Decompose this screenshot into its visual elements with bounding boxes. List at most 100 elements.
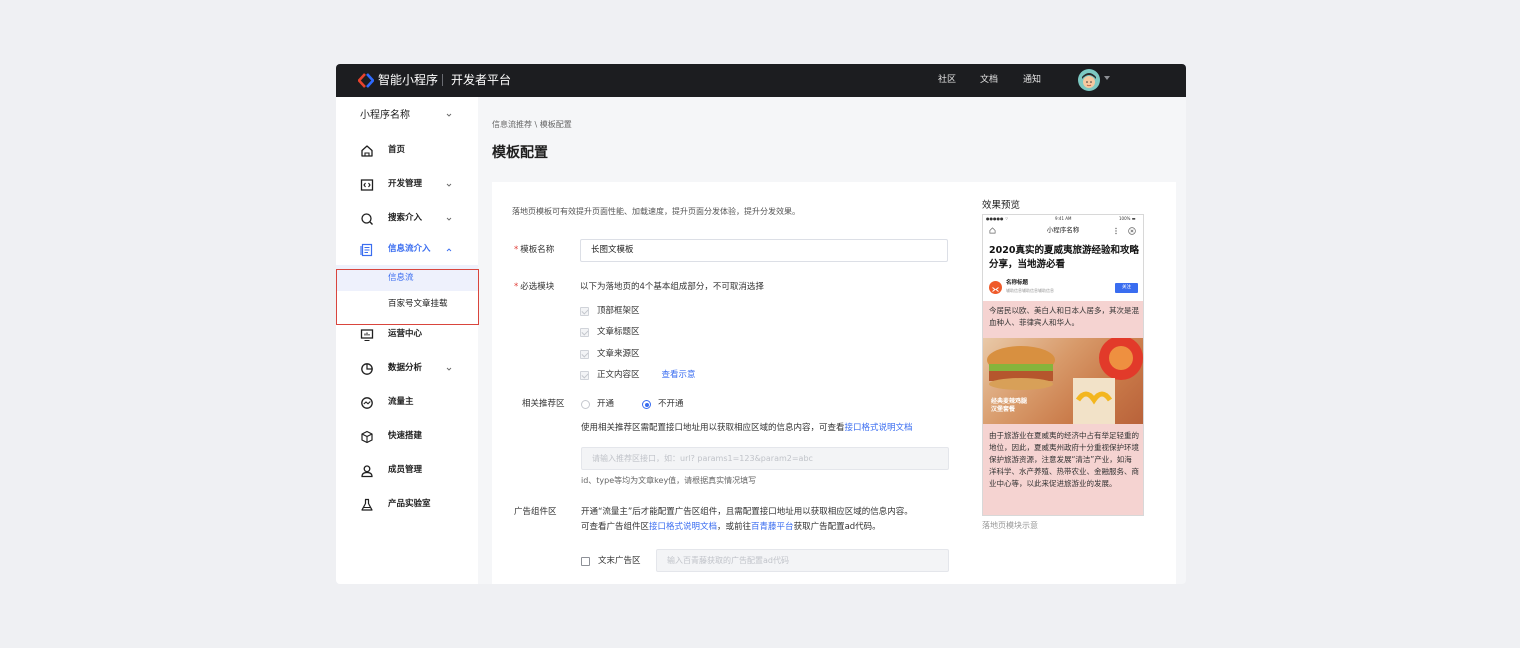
sidebar-item-label: 开发管理 xyxy=(388,179,423,189)
app-window: 智能小程序 开发者平台 社区 文档 通知 小程序名称 首页 开发管理 搜索介入 … xyxy=(336,64,1186,584)
related-input-help: id、type等均为文章key值，请根据真实情况填写 xyxy=(581,476,757,485)
ad-end-checkbox[interactable] xyxy=(581,556,590,566)
avatar-face-icon xyxy=(1082,73,1096,88)
related-help: 使用相关推荐区需配置接口地址用以获取相应区域的信息内容，可查看接口格式说明文档 xyxy=(581,422,913,434)
paragraph-text: 由于旅游业在夏威夷的经济中占有举足轻重的地位，因此，夏威夷州政府十分重视保护环境… xyxy=(989,431,1139,488)
chevron-down-icon xyxy=(446,183,452,187)
more-icon xyxy=(1115,227,1117,235)
ad-doc-link[interactable]: 接口格式说明文档 xyxy=(649,522,717,532)
app-selector[interactable]: 小程序名称 xyxy=(360,109,410,123)
chevron-down-icon xyxy=(446,367,452,371)
required-modules-help: 以下为落地页的4个基本组成部分，不可取消选择 xyxy=(580,282,764,292)
ad-help-line1: 开通“流量主”后才能配置广告区组件，且需配置接口地址用以获取相应区域的信息内容。 xyxy=(581,507,913,517)
paragraph-block: 由于旅游业在夏威夷的经济中占有举足轻重的地位，因此，夏威夷州政府十分重视保护环境… xyxy=(983,424,1143,515)
ad-help-text: 可查看广告组件区 xyxy=(581,522,650,532)
brand-name: 智能小程序 xyxy=(378,73,439,87)
ad-code-input[interactable]: 输入百青藤获取的广告配置ad代码 xyxy=(656,549,949,572)
config-card: 落地页模板可有效提升页面性能、加载速度，提升页面分发体验，提升分发效果。 * 模板… xyxy=(492,182,1176,584)
ad-label: 广告组件区 xyxy=(514,507,557,517)
ad-end-label[interactable]: 文末广告区 xyxy=(598,555,641,567)
related-help-text: 使用相关推荐区需配置接口地址用以获取相应区域的信息内容，可查看 xyxy=(581,423,845,433)
baiqingteng-link[interactable]: 百青藤平台 xyxy=(751,522,794,532)
sidebar-item-quick-build[interactable]: 快速搭建 xyxy=(336,425,478,449)
nav-notifications[interactable]: 通知 xyxy=(1023,74,1041,87)
paragraph-block: 今居民以欧、美白人和日本人居多，其次是混血种人、菲律宾人和华人。 xyxy=(983,301,1143,338)
top-bar: 智能小程序 开发者平台 社区 文档 通知 xyxy=(336,64,1186,97)
preview-title: 效果预览 xyxy=(982,200,1021,211)
article-title: 2020真实的夏威夷旅游经验和攻略分享，当地游必看 xyxy=(989,245,1139,270)
phone-nav-title: 小程序名称 xyxy=(1046,226,1080,234)
required-mark: * xyxy=(514,282,519,292)
sidebar-item-label: 首页 xyxy=(388,145,406,155)
nav-docs[interactable]: 文档 xyxy=(980,74,998,87)
sidebar-item-dev[interactable]: 开发管理 xyxy=(336,173,478,197)
image-caption: 经典麦辣鸡腿 汉堡套餐 xyxy=(991,398,1028,413)
sidebar-item-label: 信息流介入 xyxy=(388,244,431,254)
status-carrier: ●●●●● ⌔ xyxy=(986,216,1009,221)
code-icon xyxy=(360,179,374,191)
view-example-link[interactable]: 查看示意 xyxy=(662,369,696,381)
related-closed-label[interactable]: 不开通 xyxy=(658,398,684,410)
ad-help-text: 获取广告配置ad代码。 xyxy=(793,522,881,532)
traffic-icon xyxy=(361,397,373,409)
preview-caption: 落地页模块示意 xyxy=(982,521,1038,530)
food-image: 经典麦辣鸡腿 汉堡套餐 xyxy=(983,338,1143,424)
required-modules-label: * 必选模块 xyxy=(514,281,554,293)
template-name-input[interactable]: 长图文模板 xyxy=(580,239,948,262)
module-checkbox-row: 顶部框架区 xyxy=(580,305,640,317)
sidebar-item-label: 产品实验室 xyxy=(388,499,431,509)
phone-preview: ●●●●● ⌔ 9:41 AM 100% ▬ 小程序名称 2020真实的夏威夷旅… xyxy=(982,214,1144,516)
module-checkbox-row: 正文内容区 查看示意 xyxy=(580,369,696,381)
sidebar-item-label: 搜索介入 xyxy=(388,213,423,223)
feed-icon xyxy=(360,243,373,257)
sidebar: 小程序名称 首页 开发管理 搜索介入 信息流介入 信息流 百家号文章挂载 运营中… xyxy=(336,97,479,584)
flask-icon xyxy=(361,498,373,511)
home-icon xyxy=(361,145,373,157)
author-name: 名称标题 xyxy=(1006,280,1029,286)
sidebar-item-label: 流量主 xyxy=(388,397,414,407)
template-name-label: * 模板名称 xyxy=(514,244,554,256)
sidebar-item-label: 快速搭建 xyxy=(388,431,423,441)
logo-icon xyxy=(358,73,374,88)
related-closed-radio[interactable] xyxy=(642,400,651,409)
related-api-input[interactable]: 请输入推荐区接口，如：url? params1=123&param2=abc xyxy=(581,447,949,470)
avatar[interactable] xyxy=(1078,69,1100,91)
sidebar-item-home[interactable]: 首页 xyxy=(336,139,478,163)
brand-divider xyxy=(442,74,443,86)
related-label: 相关推荐区 xyxy=(522,399,565,409)
related-open-label[interactable]: 开通 xyxy=(597,398,614,410)
sidebar-item-lab[interactable]: 产品实验室 xyxy=(336,493,478,517)
avatar-chevron-down-icon[interactable] xyxy=(1104,76,1110,80)
page-title: 模板配置 xyxy=(492,145,548,161)
module-checkbox-row: 文章来源区 xyxy=(580,348,640,360)
sidebar-item-traffic[interactable]: 流量主 xyxy=(336,391,478,415)
close-icon xyxy=(1128,227,1136,235)
breadcrumb[interactable]: 信息流推荐 \ 模板配置 xyxy=(492,119,572,130)
user-icon xyxy=(361,465,373,478)
module-label: 顶部框架区 xyxy=(597,306,640,316)
module-label: 文章标题区 xyxy=(597,327,640,337)
sidebar-item-operations[interactable]: 运营中心 xyxy=(336,323,478,347)
status-time: 9:41 AM xyxy=(1055,216,1072,221)
sidebar-item-search[interactable]: 搜索介入 xyxy=(336,207,478,231)
sidebar-item-analytics[interactable]: 数据分析 xyxy=(336,357,478,381)
chevron-down-icon[interactable] xyxy=(446,112,452,118)
author-logo-icon xyxy=(989,281,1002,294)
sidebar-item-members[interactable]: 成员管理 xyxy=(336,459,478,483)
ad-help-text: ，或前往 xyxy=(717,522,752,532)
related-doc-link[interactable]: 接口格式说明文档 xyxy=(845,423,913,433)
ad-end-checkbox-row: 文末广告区 xyxy=(581,555,641,567)
sidebar-item-feed[interactable]: 信息流介入 xyxy=(336,238,478,262)
sidebar-item-label: 成员管理 xyxy=(388,465,423,475)
module-checkbox xyxy=(580,306,589,316)
related-open-radio[interactable] xyxy=(581,400,590,409)
ad-help-line2: 可查看广告组件区接口格式说明文档，或前往百青藤平台获取广告配置ad代码。 xyxy=(581,521,881,533)
module-checkbox xyxy=(580,327,589,337)
chevron-up-icon xyxy=(446,248,452,252)
phone-status-bar: ●●●●● ⌔ 9:41 AM 100% ▬ xyxy=(983,215,1143,223)
nav-community[interactable]: 社区 xyxy=(938,74,956,87)
template-name-label-text: 模板名称 xyxy=(520,245,555,255)
author-sub: 辅助信息辅助信息辅助信息 xyxy=(1006,288,1054,293)
pie-chart-icon xyxy=(361,363,373,375)
sidebar-item-label: 数据分析 xyxy=(388,363,423,373)
